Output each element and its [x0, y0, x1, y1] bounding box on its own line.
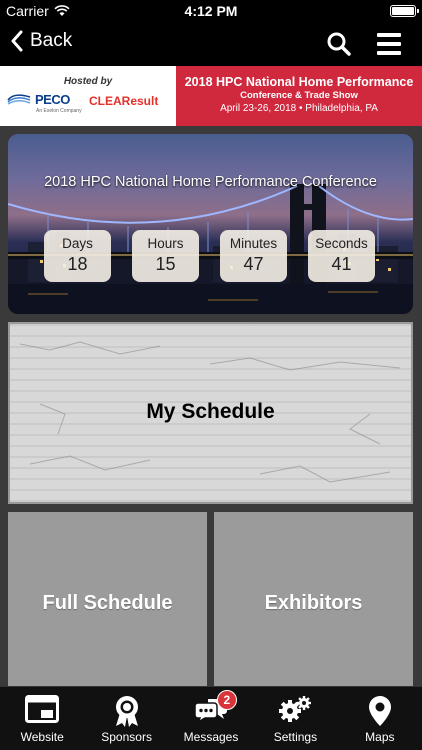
navigation-bar: Back: [0, 22, 422, 66]
unread-badge: 2: [216, 690, 237, 710]
my-schedule-label: My Schedule: [146, 400, 275, 423]
hero-title: 2018 HPC National Home Performance Confe…: [44, 174, 377, 190]
tab-website[interactable]: Website: [0, 687, 84, 750]
countdown-timer: Days 18 Hours 15 Minutes 47 Seconds 41: [44, 230, 375, 282]
countdown-label: Minutes: [229, 236, 278, 251]
peco-wordmark: PECO: [35, 92, 70, 107]
my-schedule-tile[interactable]: My Schedule: [8, 322, 413, 504]
sponsor-banner[interactable]: Hosted by PECO An Exelon Company CLEARes…: [0, 66, 422, 126]
tab-label: Website: [20, 730, 64, 744]
countdown-label: Hours: [147, 236, 184, 251]
event-subtitle: Conference & Trade Show: [240, 90, 358, 101]
tab-label: Messages: [183, 730, 239, 744]
battery-icon: [390, 5, 419, 17]
home-content: 2018 HPC National Home Performance Confe…: [0, 126, 422, 688]
bridge-skyline-illustration: [8, 184, 413, 314]
countdown-label: Seconds: [315, 236, 368, 251]
countdown-days: Days 18: [44, 230, 111, 282]
clearesult-logo: CLEAResult: [89, 94, 159, 108]
tab-maps[interactable]: Maps: [338, 687, 422, 750]
event-title: 2018 HPC National Home Performance: [184, 75, 414, 89]
countdown-value: 41: [331, 254, 352, 274]
gears-icon: [279, 696, 312, 722]
exhibitors-tile[interactable]: Exhibitors: [214, 512, 413, 688]
tab-sponsors[interactable]: Sponsors: [84, 687, 168, 750]
countdown-label: Days: [62, 236, 93, 251]
countdown-hero: 2018 HPC National Home Performance Confe…: [8, 134, 413, 314]
tab-label: Settings: [273, 730, 318, 744]
countdown-hours: Hours 15: [132, 230, 199, 282]
peco-flame-icon: [7, 93, 31, 105]
countdown-value: 15: [155, 254, 176, 274]
browser-window-icon: [25, 695, 60, 723]
status-bar: Carrier 4:12 PM: [0, 0, 422, 22]
countdown-minutes: Minutes 47: [220, 230, 287, 282]
full-schedule-tile[interactable]: Full Schedule: [8, 512, 207, 688]
chevron-left-icon: [11, 30, 23, 52]
tab-settings[interactable]: Settings: [253, 687, 337, 750]
countdown-value: 47: [243, 254, 264, 274]
full-schedule-label: Full Schedule: [42, 592, 173, 614]
tab-messages[interactable]: 2 Messages: [169, 687, 253, 750]
bottom-tab-bar: Website Sponsors 2 Messages Settings Map…: [0, 686, 422, 750]
hamburger-menu-icon: [377, 33, 401, 55]
search-icon: [327, 32, 351, 56]
event-dates: April 23-26, 2018 • Philadelphia, PA: [220, 103, 378, 114]
back-label: Back: [30, 30, 73, 51]
map-pin-icon: [368, 696, 391, 726]
event-info: 2018 HPC National Home Performance Confe…: [176, 66, 422, 126]
tab-label: Maps: [365, 730, 395, 744]
peco-tagline: An Exelon Company: [36, 108, 82, 114]
hosted-by-label: Hosted by: [63, 76, 113, 87]
host-logos: Hosted by PECO An Exelon Company CLEARes…: [0, 66, 176, 126]
exhibitors-label: Exhibitors: [264, 592, 363, 614]
countdown-value: 18: [67, 254, 88, 274]
tab-label: Sponsors: [101, 730, 152, 744]
peco-logo: PECO An Exelon Company: [6, 92, 82, 114]
status-time: 4:12 PM: [184, 3, 238, 19]
menu-button[interactable]: [376, 31, 402, 57]
search-button[interactable]: [326, 31, 352, 57]
countdown-seconds: Seconds 41: [308, 230, 375, 282]
ribbon-award-icon: [115, 696, 138, 727]
back-button[interactable]: Back: [10, 30, 72, 52]
